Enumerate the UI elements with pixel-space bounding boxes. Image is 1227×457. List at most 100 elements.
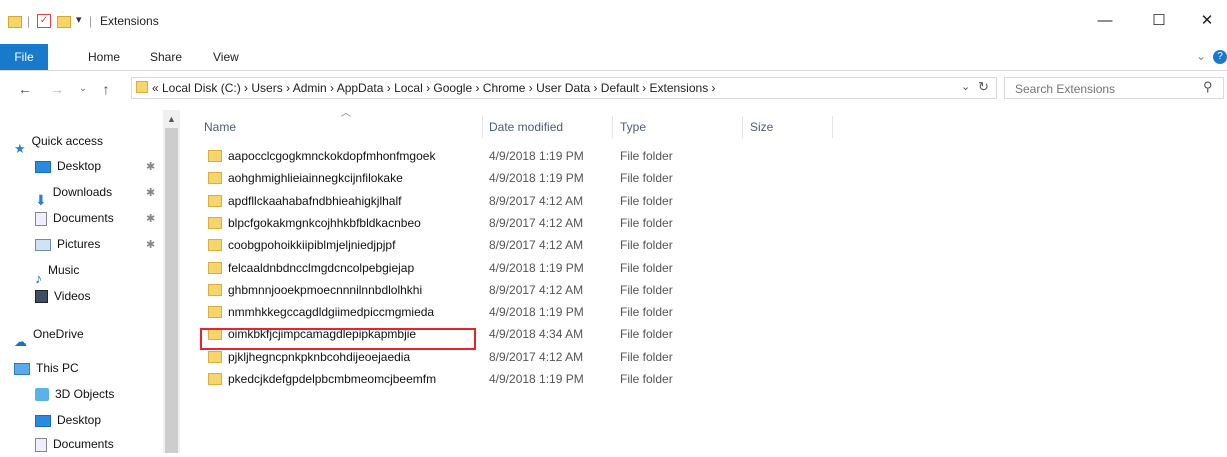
scrollbar-thumb[interactable] (165, 128, 178, 453)
computer-icon (14, 362, 30, 375)
folder-icon (208, 216, 222, 229)
folder-icon (208, 172, 222, 185)
customize-qat-icon[interactable]: ▾ (76, 13, 82, 26)
nav-item-quick-access[interactable]: ★ Quick access (14, 128, 104, 156)
nav-item-downloads[interactable]: ⬇ Downloads (35, 179, 113, 208)
file-row[interactable]: blpcfgokakmgnkcojhhkbfbldkacnbeo 8/9/2017… (204, 212, 673, 234)
tab-file[interactable]: File (0, 44, 48, 70)
file-date: 8/9/2017 4:12 AM (489, 282, 584, 297)
column-divider[interactable] (832, 116, 833, 138)
new-folder-icon[interactable] (57, 16, 71, 28)
title-bar: | ✓ ▾ | Extensions — ☐ ✕ (0, 0, 1227, 42)
tab-view[interactable]: View (213, 44, 239, 70)
scroll-up-arrow-icon[interactable]: ▲ (165, 112, 178, 126)
nav-item-desktop-pc[interactable]: Desktop (35, 407, 101, 433)
file-row[interactable]: nmmhkkegccagdldgiimedpiccmgmieda 4/9/2018… (204, 301, 673, 323)
nav-item-label: Downloads (52, 185, 113, 199)
address-path[interactable]: « Local Disk (C:) › Users › Admin › AppD… (152, 78, 716, 98)
file-name[interactable]: aohghmighlieiainnegkcijnfilokake (228, 167, 403, 189)
column-header-size[interactable]: Size (750, 116, 773, 138)
nav-item-3d-objects[interactable]: 3D Objects (35, 381, 114, 407)
divider: | (89, 14, 93, 28)
file-name[interactable]: blpcfgokakmgnkcojhhkbfbldkacnbeo (228, 212, 421, 234)
file-name[interactable]: nmmhkkegccagdldgiimedpiccmgmieda (228, 301, 434, 323)
nav-item-label: This PC (36, 361, 79, 375)
forward-button[interactable]: → (48, 78, 66, 100)
file-name[interactable]: felcaaldnbdncclmgdcncolpebgiejap (228, 257, 414, 279)
search-box[interactable]: ⚲ (1004, 77, 1224, 99)
file-row[interactable]: aapocclcgogkmnckokdopfmhonfmgoek 4/9/2018… (204, 145, 673, 167)
file-name[interactable]: coobgpohoikkiipiblmjeljniedjpjpf (228, 234, 395, 256)
recent-locations-button[interactable]: ⌄ (74, 78, 92, 100)
nav-item-pictures[interactable]: Pictures (35, 231, 100, 257)
tab-home[interactable]: Home (88, 44, 120, 70)
nav-item-label: Desktop (57, 413, 102, 427)
search-input[interactable] (1013, 80, 1197, 98)
documents-icon (35, 211, 47, 226)
pin-icon[interactable]: ✱ (146, 186, 155, 199)
pictures-icon (35, 238, 51, 251)
up-button[interactable]: ↑ (97, 78, 115, 100)
nav-item-label: Pictures (57, 237, 101, 251)
file-type: File folder (620, 327, 673, 342)
properties-icon[interactable]: ✓ (37, 14, 51, 28)
file-name[interactable]: aapocclcgogkmnckokdopfmhonfmgoek (228, 145, 435, 167)
nav-item-documents[interactable]: Documents (35, 205, 114, 231)
file-row[interactable]: pkedcjkdefgpdelpbcmbmeomcjbeemfm 4/9/2018… (204, 368, 673, 390)
file-row[interactable]: ghbmnnjooekpmoecnnnilnnbdlolhkhi 8/9/2017… (204, 279, 673, 301)
nav-item-desktop[interactable]: Desktop (35, 153, 101, 179)
highlight-box (200, 328, 476, 350)
refresh-icon[interactable]: ↻ (978, 79, 989, 95)
pin-icon[interactable]: ✱ (146, 238, 155, 251)
file-row[interactable]: apdfllckaahabafndbhieahigkjlhalf 8/9/2017… (204, 190, 673, 212)
file-name[interactable]: ghbmnnjooekpmoecnnnilnnbdlolhkhi (228, 279, 422, 301)
column-header-name[interactable]: Name (204, 116, 236, 138)
address-dropdown-icon[interactable]: ⌄ (961, 80, 970, 93)
nav-item-label: Videos (54, 289, 91, 303)
file-date: 8/9/2017 4:12 AM (489, 349, 584, 364)
file-row[interactable]: coobgpohoikkiipiblmjeljniedjpjpf 8/9/2017… (204, 234, 673, 256)
nav-item-music[interactable]: ♪ Music (35, 257, 80, 286)
search-icon[interactable]: ⚲ (1203, 79, 1213, 95)
minimize-button[interactable]: — (1082, 6, 1128, 38)
tab-share[interactable]: Share (150, 44, 182, 70)
sort-ascending-icon: ︿ (341, 108, 351, 119)
column-header-type[interactable]: Type (620, 116, 646, 138)
nav-item-this-pc[interactable]: This PC (14, 355, 79, 381)
help-icon[interactable]: ? (1213, 50, 1227, 64)
maximize-button[interactable]: ☐ (1136, 6, 1182, 38)
nav-item-label: Quick access (31, 134, 104, 148)
pin-icon[interactable]: ✱ (146, 160, 155, 173)
folder-icon (208, 239, 222, 252)
folder-icon (208, 194, 222, 207)
nav-item-documents-pc[interactable]: Documents (35, 431, 114, 457)
star-icon: ★ (14, 140, 26, 156)
nav-item-videos[interactable]: Videos (35, 283, 90, 309)
file-type: File folder (620, 215, 673, 230)
file-row[interactable]: felcaaldnbdncclmgdcncolpebgiejap 4/9/2018… (204, 257, 673, 279)
folder-icon (208, 306, 222, 319)
column-divider[interactable] (742, 116, 743, 138)
expand-ribbon-icon[interactable]: ⌄ (1196, 49, 1206, 63)
file-type: File folder (620, 349, 673, 364)
file-row[interactable]: aohghmighlieiainnegkcijnfilokake 4/9/2018… (204, 167, 673, 189)
column-divider[interactable] (482, 116, 483, 138)
column-divider[interactable] (612, 116, 613, 138)
file-name[interactable]: pkedcjkdefgpdelpbcmbmeomcjbeemfm (228, 368, 436, 390)
folder-icon (208, 150, 222, 162)
address-bar[interactable]: « Local Disk (C:) › Users › Admin › AppD… (131, 77, 997, 99)
column-header-date[interactable]: Date modified (489, 116, 563, 138)
nav-item-onedrive[interactable]: ☁ OneDrive (14, 321, 84, 349)
close-button[interactable]: ✕ (1184, 6, 1227, 38)
desktop-icon (35, 414, 51, 427)
pin-icon[interactable]: ✱ (146, 212, 155, 225)
nav-item-label: Music (48, 263, 80, 277)
navigation-pane: ★ Quick access Desktop ✱ ⬇ Downloads ✱ Doc… (0, 108, 180, 453)
ribbon-tabs: File Home Share View ⌄ ? (0, 44, 1227, 71)
file-name[interactable]: apdfllckaahabafndbhieahigkjlhalf (228, 190, 401, 212)
back-button[interactable]: ← (16, 78, 34, 100)
file-type: File folder (620, 260, 673, 275)
file-date: 4/9/2018 1:19 PM (489, 305, 584, 320)
documents-icon (35, 437, 47, 452)
music-icon: ♪ (35, 269, 42, 286)
